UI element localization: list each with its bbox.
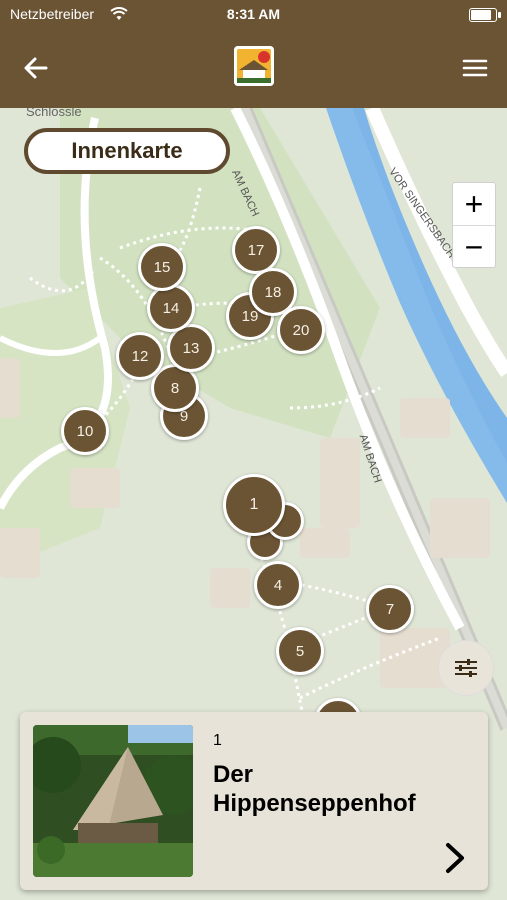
zoom-controls: + − <box>452 182 496 268</box>
marker-label: 4 <box>273 576 283 594</box>
map-marker-10[interactable]: 10 <box>61 407 109 455</box>
marker-label: 15 <box>153 258 171 276</box>
marker-label: 1 <box>249 496 259 513</box>
zoom-in-button[interactable]: + <box>453 183 495 226</box>
map-label-schlossle: Schlössle <box>26 108 82 119</box>
marker-label: 19 <box>241 307 259 325</box>
nav-bar <box>0 28 507 108</box>
map-marker-7[interactable]: 7 <box>366 585 414 633</box>
innenkarte-button[interactable]: Innenkarte <box>24 128 230 174</box>
marker-label: 17 <box>247 241 265 259</box>
status-bar: Netzbetreiber 8:31 AM <box>0 0 507 28</box>
farmhouse-logo-icon <box>234 46 274 86</box>
map-marker-4[interactable]: 4 <box>254 561 302 609</box>
map-marker-17[interactable]: 17 <box>232 226 280 274</box>
back-arrow-icon[interactable] <box>20 52 52 84</box>
battery-fill <box>471 10 491 20</box>
zoom-in-label: + <box>464 186 484 222</box>
poi-card[interactable]: 1 Der Hippenseppenhof <box>20 712 488 890</box>
zoom-out-label: − <box>464 229 484 265</box>
marker-label: 8 <box>170 379 180 397</box>
poi-title: Der Hippenseppenhof <box>213 761 416 817</box>
hamburger-menu-icon[interactable] <box>461 54 489 82</box>
marker-label: 7 <box>385 600 395 618</box>
battery-icon <box>469 8 501 22</box>
chevron-right-icon[interactable] <box>442 840 468 876</box>
marker-label: 20 <box>292 321 310 339</box>
status-time: 8:31 AM <box>226 6 281 22</box>
zoom-out-button[interactable]: − <box>453 226 495 268</box>
marker-label: 10 <box>76 422 94 440</box>
filter-button[interactable] <box>438 640 494 696</box>
sliders-icon <box>455 659 477 677</box>
map-marker-5[interactable]: 5 <box>276 627 324 675</box>
map-marker-1[interactable]: 1 <box>223 474 285 536</box>
marker-label: 18 <box>264 283 282 301</box>
map-marker-12[interactable]: 12 <box>116 332 164 380</box>
map-marker-20[interactable]: 20 <box>277 306 325 354</box>
marker-label: 14 <box>162 299 180 317</box>
map-marker-14[interactable]: 14 <box>147 284 195 332</box>
hippenseppenhof-photo <box>33 725 193 877</box>
marker-label: 5 <box>295 642 305 660</box>
map-marker-15[interactable]: 15 <box>138 243 186 291</box>
marker-label: 13 <box>182 339 200 357</box>
poi-number: 1 <box>213 732 222 749</box>
marker-label: 12 <box>131 347 149 365</box>
